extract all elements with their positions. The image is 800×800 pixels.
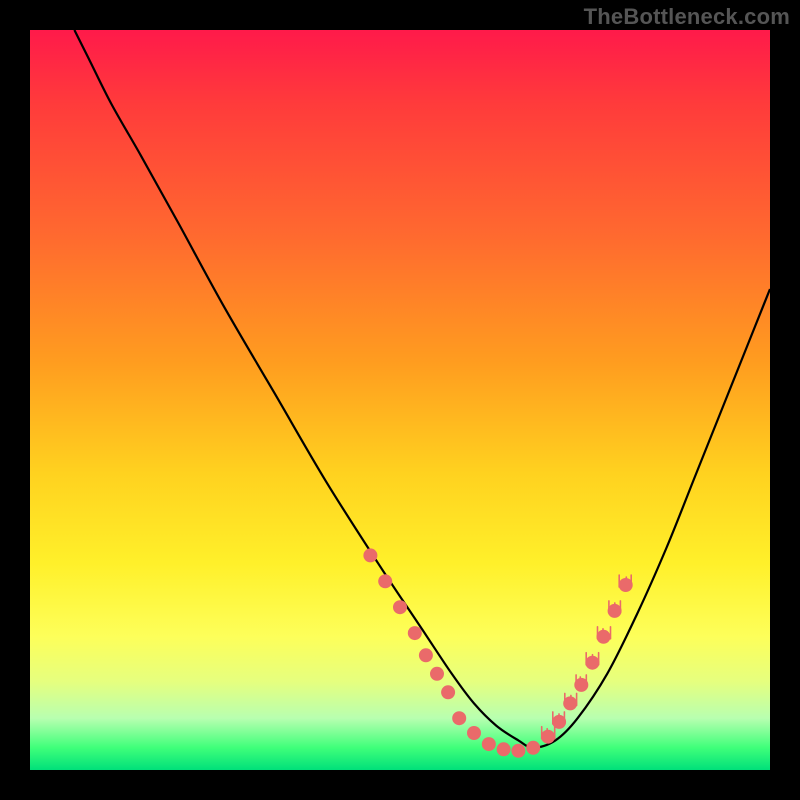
scatter-point — [408, 626, 422, 640]
scatter-point — [363, 548, 377, 562]
scatter-point — [574, 678, 588, 692]
scatter-point — [552, 715, 566, 729]
scatter-point — [563, 696, 577, 710]
scatter-point — [608, 604, 622, 618]
curve-line — [74, 30, 770, 748]
chart-svg — [30, 30, 770, 770]
scatter-point — [526, 741, 540, 755]
scatter-point — [419, 648, 433, 662]
scatter-point — [441, 685, 455, 699]
scatter-point — [541, 730, 555, 744]
scatter-point — [597, 630, 611, 644]
scatter-point — [378, 574, 392, 588]
scatter-point — [467, 726, 481, 740]
plot-area — [30, 30, 770, 770]
right-slope-tick-marks — [542, 575, 632, 739]
scatter-point — [393, 600, 407, 614]
scatter-point — [497, 742, 511, 756]
scatter-point — [452, 711, 466, 725]
scatter-point — [511, 744, 525, 758]
scatter-point — [619, 578, 633, 592]
scatter-point — [585, 656, 599, 670]
chart-frame: TheBottleneck.com — [0, 0, 800, 800]
scatter-point — [482, 737, 496, 751]
watermark-text: TheBottleneck.com — [584, 4, 790, 30]
bottleneck-curve — [74, 30, 770, 748]
scatter-point — [430, 667, 444, 681]
